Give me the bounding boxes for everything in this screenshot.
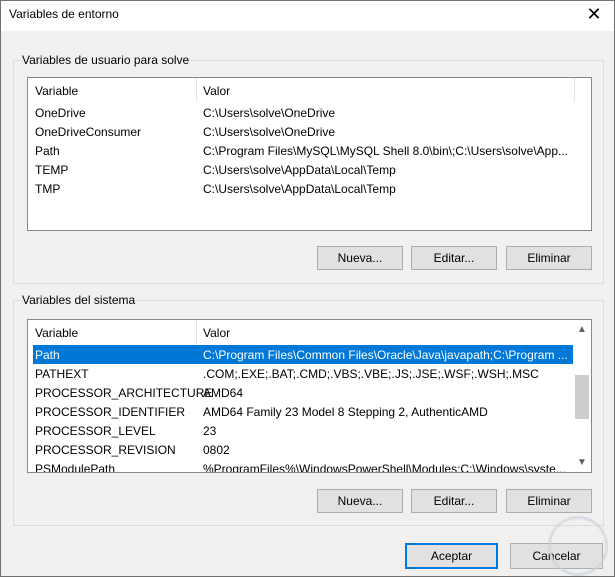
user-new-button[interactable]: Nueva... bbox=[317, 246, 403, 270]
system-variables-legend: Variables del sistema bbox=[20, 293, 138, 307]
watermark-logo-icon bbox=[548, 516, 608, 576]
system-variables-list[interactable]: Variable Valor Path C:\Program Files\Comm… bbox=[27, 319, 592, 473]
system-delete-button[interactable]: Eliminar bbox=[506, 489, 592, 513]
table-row[interactable]: OneDriveConsumer C:\Users\solve\OneDrive bbox=[33, 122, 573, 141]
table-row[interactable]: PSModulePath %ProgramFiles%\WindowsPowerS… bbox=[33, 459, 573, 473]
list-header: Variable Valor bbox=[28, 320, 591, 345]
variable-value: .COM;.EXE;.BAT;.CMD;.VBS;.VBE;.JS;.JSE;.… bbox=[203, 367, 539, 381]
user-delete-button[interactable]: Eliminar bbox=[506, 246, 592, 270]
system-variables-group: Variables del sistema Variable Valor Pat… bbox=[13, 293, 604, 526]
ok-button[interactable]: Aceptar bbox=[405, 543, 498, 569]
scroll-down-icon[interactable]: ▼ bbox=[573, 457, 591, 468]
table-row[interactable]: PROCESSOR_IDENTIFIER AMD64 Family 23 Mode… bbox=[33, 402, 573, 421]
variable-value: C:\Program Files\Common Files\Oracle\Jav… bbox=[203, 348, 568, 362]
variable-name: PROCESSOR_ARCHITECTURE bbox=[35, 386, 213, 400]
scrollbar-thumb[interactable] bbox=[575, 375, 589, 419]
user-variables-group: Variables de usuario para solve Variable… bbox=[13, 53, 604, 284]
environment-variables-dialog: Variables de entorno ✕ Variables de usua… bbox=[0, 0, 615, 577]
variable-name: OneDriveConsumer bbox=[35, 125, 142, 139]
list-header: Variable Valor bbox=[28, 78, 591, 103]
table-row[interactable]: PROCESSOR_LEVEL 23 bbox=[33, 421, 573, 440]
table-row[interactable]: Path C:\Program Files\Common Files\Oracle… bbox=[33, 345, 573, 364]
user-variables-legend: Variables de usuario para solve bbox=[20, 53, 192, 67]
close-icon[interactable]: ✕ bbox=[580, 3, 608, 27]
variable-value: AMD64 bbox=[203, 386, 244, 400]
variable-value: C:\Users\solve\AppData\Local\Temp bbox=[203, 163, 396, 177]
variable-name: PROCESSOR_REVISION bbox=[35, 443, 176, 457]
variable-name: Path bbox=[35, 144, 60, 158]
variable-name: PSModulePath bbox=[35, 462, 116, 473]
variable-value: 23 bbox=[203, 424, 217, 438]
variable-value: C:\Users\solve\OneDrive bbox=[203, 125, 336, 139]
table-row[interactable]: PATHEXT .COM;.EXE;.BAT;.CMD;.VBS;.VBE;.JS… bbox=[33, 364, 573, 383]
variable-value: 0802 bbox=[203, 443, 230, 457]
table-row[interactable]: TEMP C:\Users\solve\AppData\Local\Temp bbox=[33, 160, 573, 179]
title-bar: Variables de entorno ✕ bbox=[1, 1, 614, 31]
user-variables-list[interactable]: Variable Valor OneDrive C:\Users\solve\On… bbox=[27, 77, 592, 231]
variable-value: C:\Users\solve\OneDrive bbox=[203, 106, 336, 120]
variable-value: %ProgramFiles%\WindowsPowerShell\Modules… bbox=[203, 462, 566, 473]
variable-name: TMP bbox=[35, 182, 61, 196]
scroll-up-icon[interactable]: ▲ bbox=[573, 324, 591, 335]
variable-name: PROCESSOR_IDENTIFIER bbox=[35, 405, 186, 419]
column-header-variable[interactable]: Variable bbox=[35, 84, 78, 98]
system-edit-button[interactable]: Editar... bbox=[411, 489, 497, 513]
variable-name: OneDrive bbox=[35, 106, 86, 120]
user-edit-button[interactable]: Editar... bbox=[411, 246, 497, 270]
table-row[interactable]: Path C:\Program Files\MySQL\MySQL Shell 8… bbox=[33, 141, 573, 160]
system-new-button[interactable]: Nueva... bbox=[317, 489, 403, 513]
column-header-value[interactable]: Valor bbox=[203, 84, 230, 98]
variable-value: AMD64 Family 23 Model 8 Stepping 2, Auth… bbox=[203, 405, 488, 419]
variable-name: Path bbox=[35, 348, 60, 362]
variable-name: PATHEXT bbox=[35, 367, 89, 381]
dialog-title: Variables de entorno bbox=[9, 7, 119, 21]
column-header-variable[interactable]: Variable bbox=[35, 326, 78, 340]
variable-name: PROCESSOR_LEVEL bbox=[35, 424, 156, 438]
table-row[interactable]: PROCESSOR_REVISION 0802 bbox=[33, 440, 573, 459]
variable-value: C:\Program Files\MySQL\MySQL Shell 8.0\b… bbox=[203, 144, 569, 158]
table-row[interactable]: OneDrive C:\Users\solve\OneDrive bbox=[33, 103, 573, 122]
scrollbar[interactable]: ▲ ▼ bbox=[573, 320, 591, 472]
variable-value: C:\Users\solve\AppData\Local\Temp bbox=[203, 182, 396, 196]
variable-name: TEMP bbox=[35, 163, 69, 177]
table-row[interactable]: TMP C:\Users\solve\AppData\Local\Temp bbox=[33, 179, 573, 198]
table-row[interactable]: PROCESSOR_ARCHITECTURE AMD64 bbox=[33, 383, 573, 402]
column-header-value[interactable]: Valor bbox=[203, 326, 230, 340]
